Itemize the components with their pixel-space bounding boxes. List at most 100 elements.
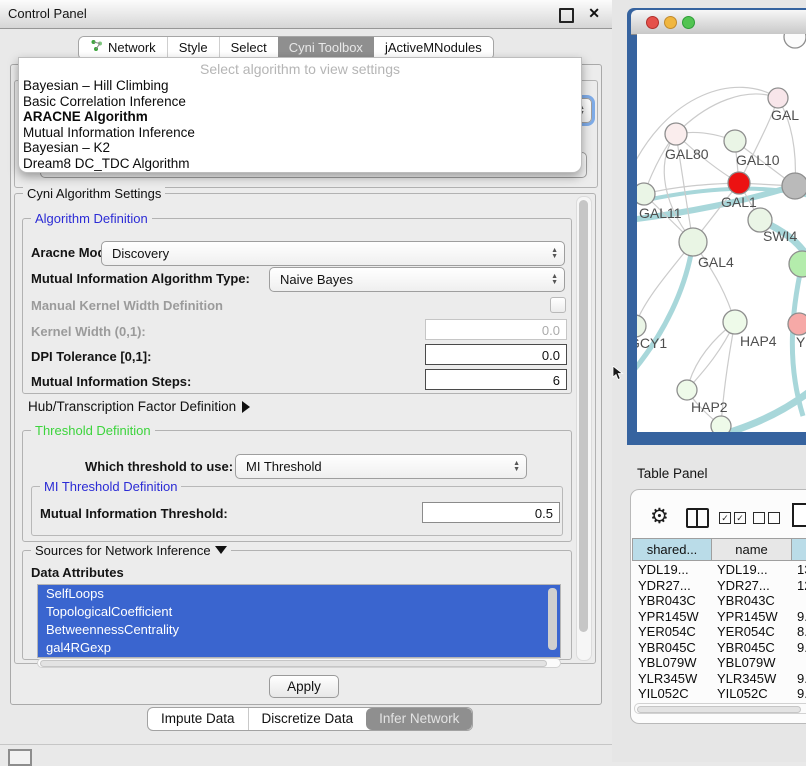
table-cell[interactable]: 9. <box>791 640 806 656</box>
network-node-gcy1[interactable] <box>637 315 646 337</box>
gear-icon[interactable]: ⚙ <box>650 504 669 529</box>
attribute-item[interactable]: SelfLoops <box>38 585 560 603</box>
settings-scrollbar-thumb[interactable] <box>579 200 588 632</box>
table-cell[interactable] <box>791 593 806 609</box>
dropdown-item[interactable]: Basic Correlation Inference <box>19 94 581 110</box>
network-node-gal10[interactable] <box>724 130 746 152</box>
tab-infer-network[interactable]: Infer Network <box>366 708 472 730</box>
network-window-titlebar[interactable] <box>631 10 806 35</box>
zoom-window-icon[interactable] <box>682 16 695 29</box>
dropdown-item[interactable]: Bayesian – Hill Climbing <box>19 78 581 94</box>
table-cell[interactable]: YBL079W <box>711 655 792 671</box>
network-node[interactable] <box>782 173 806 199</box>
table-cell[interactable]: 9. <box>791 609 806 625</box>
table-cell[interactable]: YBL079W <box>632 655 712 671</box>
table-cell[interactable]: YIL052C <box>711 686 792 702</box>
network-node-gal11[interactable] <box>637 183 655 205</box>
list-hscrollbar[interactable] <box>37 658 561 668</box>
table-cell[interactable] <box>791 655 806 671</box>
deselect-all-checks-icon[interactable] <box>753 512 780 524</box>
column-header-name[interactable]: name <box>711 538 792 561</box>
list-hscrollbar-thumb[interactable] <box>40 660 547 667</box>
table-cell[interactable]: 8. <box>791 624 806 640</box>
dropdown-item-selected[interactable]: ARACNE Algorithm <box>19 109 581 125</box>
select-all-checks-icon[interactable]: ✓✓ <box>719 512 746 524</box>
tab-discretize-data[interactable]: Discretize Data <box>248 708 367 730</box>
float-panel-icon[interactable] <box>559 8 574 23</box>
network-window[interactable]: GALGAL80GAL10GAL1GAL11SWI4GAL4GCY1HAP4YH… <box>627 8 806 445</box>
table-cell[interactable]: YER054C <box>632 624 712 640</box>
network-node-gal1[interactable] <box>728 172 750 194</box>
combo-value: MI Threshold <box>246 459 513 474</box>
table-cell[interactable]: 9. <box>791 686 806 702</box>
dropdown-item[interactable]: Bayesian – K2 <box>19 140 581 156</box>
attribute-item[interactable]: BetweennessCentrality <box>38 621 560 639</box>
dropdown-item[interactable]: Dream8 DC_TDC Algorithm <box>19 156 581 172</box>
table-cell[interactable]: YIL052C <box>632 686 712 702</box>
table-cell[interactable]: 9. <box>791 671 806 687</box>
close-window-icon[interactable] <box>646 16 659 29</box>
table-cell[interactable]: YBR043C <box>711 593 792 609</box>
network-node-gal4[interactable] <box>679 228 707 256</box>
kernel-width-field[interactable]: 0.0 <box>425 319 567 340</box>
minimize-window-icon[interactable] <box>664 16 677 29</box>
table-cell[interactable]: YDL19... <box>632 562 712 578</box>
attribute-item[interactable]: TopologicalCoefficient <box>38 603 560 621</box>
table-cell[interactable]: YLR345W <box>711 671 792 687</box>
table-cell[interactable]: YPR145W <box>711 609 792 625</box>
network-node-y[interactable] <box>788 313 806 335</box>
table-cell[interactable]: 12 <box>791 578 806 594</box>
minimized-panel-icon[interactable] <box>8 749 32 766</box>
network-node-gal80[interactable] <box>665 123 687 145</box>
node-label: HAP2 <box>691 399 728 415</box>
network-node[interactable] <box>784 34 806 48</box>
which-threshold-combo[interactable]: MI Threshold ▲▼ <box>235 454 527 479</box>
manual-kernel-checkbox[interactable] <box>550 297 566 313</box>
hub-definition-expander[interactable]: Hub/Transcription Factor Definition <box>28 399 250 414</box>
mi-threshold-field[interactable]: 0.5 <box>422 502 560 523</box>
table-cell[interactable]: YDR27... <box>632 578 712 594</box>
dpi-tolerance-field[interactable]: 0.0 <box>425 344 567 365</box>
tab-cyni-toolbox[interactable]: Cyni Toolbox <box>278 37 374 59</box>
network-node-hap4[interactable] <box>723 310 747 334</box>
mi-type-combo[interactable]: Naive Bayes ▲▼ <box>269 267 565 292</box>
list-scrollbar-thumb[interactable] <box>548 588 557 650</box>
table-cell[interactable]: YPR145W <box>632 609 712 625</box>
tab-network[interactable]: Network <box>79 37 167 59</box>
network-canvas[interactable]: GALGAL80GAL10GAL1GAL11SWI4GAL4GCY1HAP4YH… <box>637 34 806 432</box>
table-hscrollbar[interactable] <box>634 703 806 714</box>
column-header-partial[interactable] <box>791 538 806 561</box>
node-label: GAL1 <box>721 194 757 210</box>
table-cell[interactable]: YBR043C <box>632 593 712 609</box>
sources-expander[interactable]: Sources for Network Inference <box>31 543 231 558</box>
sources-title: Sources for Network Inference <box>35 543 211 558</box>
aracne-mode-combo[interactable]: Discovery ▲▼ <box>101 241 565 266</box>
tab-style[interactable]: Style <box>167 37 219 59</box>
dropdown-item[interactable]: Mutual Information Inference <box>19 125 581 141</box>
network-node-hap2[interactable] <box>677 380 697 400</box>
column-header-shared[interactable]: shared... <box>632 538 712 561</box>
table-cell[interactable]: YBR045C <box>711 640 792 656</box>
tab-impute-data[interactable]: Impute Data <box>148 708 248 730</box>
column-layout-icon[interactable] <box>686 508 709 528</box>
apply-button[interactable]: Apply <box>269 675 339 698</box>
network-node-gal[interactable] <box>768 88 788 108</box>
tab-select[interactable]: Select <box>219 37 278 59</box>
close-panel-icon[interactable]: ✕ <box>588 5 600 22</box>
network-edge[interactable] <box>637 242 693 376</box>
table-cell[interactable]: YLR345W <box>632 671 712 687</box>
table-cell[interactable]: YBR045C <box>632 640 712 656</box>
table-cell[interactable]: 13 <box>791 562 806 578</box>
document-icon[interactable] <box>792 503 806 527</box>
table-cell[interactable]: YER054C <box>711 624 792 640</box>
network-node[interactable] <box>711 416 731 432</box>
network-node[interactable] <box>789 251 806 277</box>
network-edge[interactable] <box>676 94 778 134</box>
table-cell[interactable]: YDL19... <box>711 562 792 578</box>
tab-jactivemnodules[interactable]: jActiveMNodules <box>374 37 493 59</box>
mi-steps-field[interactable]: 6 <box>425 369 567 390</box>
table-panel-title: Table Panel <box>637 466 708 481</box>
table-hscrollbar-thumb[interactable] <box>637 706 801 713</box>
table-cell[interactable]: YDR27... <box>711 578 792 594</box>
attribute-item[interactable]: gal4RGexp <box>38 639 560 657</box>
